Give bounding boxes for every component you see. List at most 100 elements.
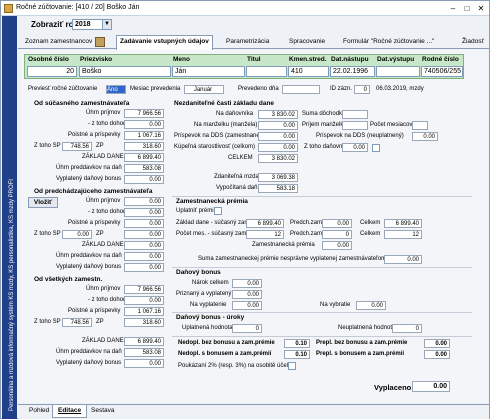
- rz-select[interactable]: Áno: [106, 85, 126, 94]
- sp-field[interactable]: 748.56: [62, 318, 92, 327]
- start-date-field[interactable]: 22.02.1996: [330, 66, 375, 77]
- value-field[interactable]: 0.00: [124, 263, 164, 272]
- pred-field[interactable]: 0.00: [322, 219, 352, 228]
- prepl1-field[interactable]: 0.00: [424, 339, 450, 348]
- z-toho-label: Z toho daňovník: [304, 144, 348, 150]
- done-date-field[interactable]: [282, 85, 320, 94]
- value-field[interactable]: 3 830.02: [258, 154, 298, 163]
- value-field[interactable]: 7 966.56: [124, 285, 164, 294]
- zp-field[interactable]: 318.60: [124, 318, 164, 327]
- z-toho-checkbox[interactable]: [372, 144, 380, 152]
- value-field[interactable]: 0.00: [258, 143, 298, 152]
- row-label: Úhrn preddavkov na daň: [56, 165, 122, 171]
- neup-field[interactable]: 0: [392, 324, 422, 333]
- value-field[interactable]: 0.00: [124, 197, 164, 206]
- col-header: Titul: [247, 56, 261, 63]
- pm-field[interactable]: 12: [246, 230, 284, 239]
- value-field[interactable]: 0.00: [258, 121, 298, 130]
- surname-field[interactable]: Boško: [79, 66, 171, 77]
- tab-pohled[interactable]: Pohled: [24, 405, 54, 418]
- value-field[interactable]: 583.08: [124, 164, 164, 173]
- value-field[interactable]: 0.00: [124, 241, 164, 250]
- value-field[interactable]: 1 067.16: [124, 307, 164, 316]
- value-field[interactable]: 0.00: [258, 132, 298, 141]
- priz-field[interactable]: 0.00: [232, 290, 262, 299]
- tab-spracovanie[interactable]: Spracovanie: [286, 36, 328, 49]
- id-field[interactable]: 0: [354, 85, 370, 94]
- value-field[interactable]: 0.00: [124, 252, 164, 261]
- zp-field[interactable]: 318.60: [124, 142, 164, 151]
- value-field[interactable]: 0.00: [124, 359, 164, 368]
- sp-field[interactable]: 748.56: [62, 142, 92, 151]
- tab-sestava[interactable]: Sestava: [86, 405, 120, 418]
- vypl-field[interactable]: 0.00: [232, 301, 262, 310]
- vybr-field[interactable]: 0.00: [356, 301, 386, 310]
- tab-zoznam[interactable]: Zoznam zamestnancov: [22, 36, 95, 49]
- value-field[interactable]: 583.08: [124, 348, 164, 357]
- vyplaceno-label: Vyplaceno: [374, 383, 412, 392]
- tab-editace[interactable]: Editace: [52, 405, 88, 418]
- tab-parametrizacia[interactable]: Parametrizácia: [223, 36, 272, 49]
- nedopl2-field[interactable]: 0.10: [284, 350, 310, 359]
- months-field[interactable]: [412, 121, 428, 130]
- cel2-field[interactable]: 12: [384, 230, 422, 239]
- row-label: Príspevok na DDS (zamestnanec): [174, 133, 265, 139]
- nedopl1-field[interactable]: 0.10: [284, 339, 310, 348]
- upl-field[interactable]: 0: [232, 324, 262, 333]
- row-label: Vyplatený daňový bonus: [56, 176, 122, 182]
- pred2-field[interactable]: 0: [322, 230, 352, 239]
- value-field[interactable]: 0.00: [124, 175, 164, 184]
- title-field[interactable]: [246, 66, 287, 77]
- prepl2-field[interactable]: 0.00: [424, 350, 450, 359]
- vyplaceno-field[interactable]: 0.00: [412, 381, 450, 392]
- value-field[interactable]: 1 067.16: [124, 131, 164, 140]
- pension-field[interactable]: [342, 110, 368, 119]
- tab-ziadost[interactable]: Žiadosť: [459, 36, 487, 49]
- premia-suma-field[interactable]: 0.00: [384, 255, 422, 264]
- pred-label: Predch.zam.: [290, 220, 324, 226]
- row-label: Kúpeľná starostlivosť (celkom): [174, 144, 256, 150]
- premia-field[interactable]: 0.00: [322, 241, 352, 250]
- value-field[interactable]: 7 966.56: [124, 109, 164, 118]
- tab-zadavanie[interactable]: Zadávanie vstupných údajov: [116, 35, 213, 50]
- value-field[interactable]: 0.00: [124, 120, 164, 129]
- narok-field[interactable]: 0.00: [232, 279, 262, 288]
- value-field[interactable]: 6 899.40: [124, 153, 164, 162]
- taxable-wage-field[interactable]: 3 069.38: [258, 173, 298, 182]
- zd-field[interactable]: 6 899.40: [246, 219, 284, 228]
- value-field[interactable]: 0.00: [124, 296, 164, 305]
- insert-button[interactable]: Vložiť: [28, 197, 58, 208]
- chevron-down-icon[interactable]: ▼: [102, 20, 111, 29]
- sp-label: Z toho SP: [34, 231, 61, 237]
- value-field[interactable]: 6 899.40: [124, 337, 164, 346]
- zp-field[interactable]: 0.00: [124, 230, 164, 239]
- maximize-icon[interactable]: □: [461, 3, 473, 14]
- spouse-income-field[interactable]: [342, 121, 368, 130]
- dds-field[interactable]: 0.00: [412, 132, 438, 141]
- window-title: Ročné zúčtovanie: [410 / 20] Boško Ján: [16, 4, 140, 11]
- computed-tax-field[interactable]: 583.18: [258, 184, 298, 193]
- z-toho-field[interactable]: 0.00: [342, 143, 368, 152]
- personal-number-field[interactable]: 20: [27, 66, 77, 77]
- taxable-wage-label: Zdaniteľná mzda: [214, 174, 259, 180]
- zp-label: ZP: [96, 231, 104, 237]
- year-select[interactable]: 2018 ▼: [72, 19, 112, 30]
- end-date-field[interactable]: [376, 66, 420, 77]
- firstname-field[interactable]: Ján: [172, 66, 245, 77]
- minimize-icon[interactable]: –: [447, 3, 459, 14]
- close-icon[interactable]: ✕: [475, 3, 487, 14]
- sp-field[interactable]: 0.00: [62, 230, 92, 239]
- month-select[interactable]: Január: [184, 85, 224, 94]
- row-label: ZÁKLAD DANE: [82, 338, 124, 344]
- value-field[interactable]: 0.00: [124, 219, 164, 228]
- pouk-checkbox[interactable]: [288, 362, 296, 370]
- uplatnit-checkbox[interactable]: [214, 207, 222, 215]
- value-field[interactable]: 0.00: [124, 208, 164, 217]
- tab-icon: [95, 37, 105, 47]
- value-field[interactable]: 3 830.02: [258, 110, 298, 119]
- title-bar: Ročné zúčtovanie: [410 / 20] Boško Ján –…: [1, 1, 489, 16]
- center-field[interactable]: 410: [288, 66, 329, 77]
- tab-formular[interactable]: Formulár "Ročné zúčtovanie ...": [340, 36, 437, 49]
- birth-number-field[interactable]: 740506/255: [421, 66, 463, 77]
- cel-field[interactable]: 6 899.40: [384, 219, 422, 228]
